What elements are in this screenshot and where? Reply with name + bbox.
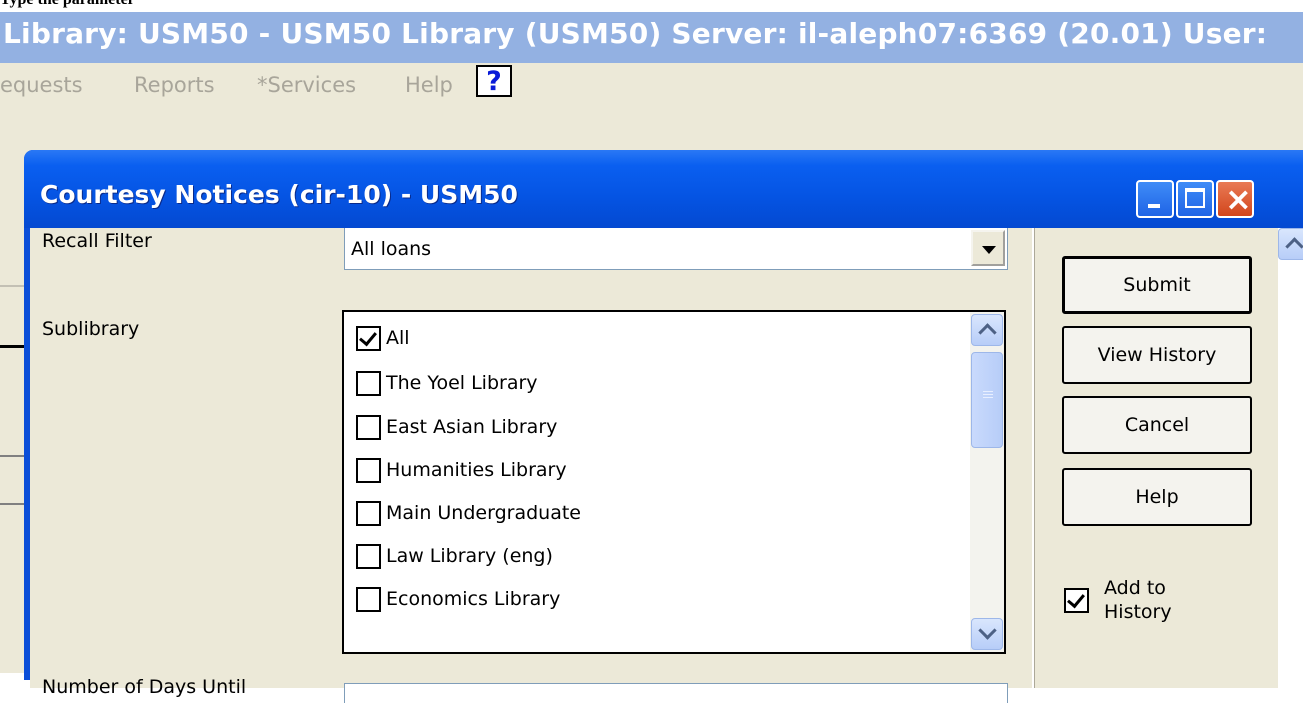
add-to-history-label: Add to History <box>1104 576 1172 624</box>
list-item-label: East Asian Library <box>386 416 558 438</box>
action-panel: Submit View History Cancel Help Add to H… <box>1032 228 1262 688</box>
checkbox-all[interactable] <box>356 325 381 351</box>
checkbox[interactable] <box>356 414 381 440</box>
maximize-button[interactable] <box>1176 180 1214 218</box>
menu-reports[interactable]: Reports <box>134 73 215 97</box>
help-button[interactable]: Help <box>1062 468 1252 526</box>
dialog-title: Courtesy Notices (cir-10) - USM50 <box>40 180 518 209</box>
list-item-label: Main Undergraduate <box>386 502 581 524</box>
caption-text: Type the parameter <box>0 0 135 9</box>
help-question-glyph: ? <box>486 65 502 97</box>
checkbox[interactable] <box>356 500 381 526</box>
list-item[interactable]: East Asian Library <box>356 412 557 442</box>
dialog-body: Recall Filter All loans Sublibrary All T… <box>30 228 1303 703</box>
list-scrollbar[interactable] <box>970 312 1004 652</box>
dialog-scrollbar[interactable] <box>1278 228 1303 688</box>
close-button[interactable]: × <box>1216 180 1254 218</box>
close-icon: × <box>1225 180 1252 218</box>
add-to-history-checkbox[interactable] <box>1064 588 1089 613</box>
menu-help[interactable]: Help <box>405 73 453 97</box>
dropdown-arrow-icon[interactable] <box>971 230 1005 266</box>
menu-bar: equests Reports *Services Help ? <box>0 63 1303 105</box>
list-item-label: Law Library (eng) <box>386 545 553 567</box>
add-to-history-label-line2: History <box>1104 601 1172 623</box>
days-until-input[interactable] <box>344 683 1008 703</box>
list-item-label: The Yoel Library <box>386 372 538 394</box>
submit-button[interactable]: Submit <box>1062 256 1252 314</box>
list-item[interactable]: Main Undergraduate <box>356 498 581 528</box>
sublibrary-label: Sublibrary <box>42 318 140 340</box>
checkbox[interactable] <box>356 586 381 612</box>
minimize-button[interactable] <box>1136 180 1174 218</box>
list-item[interactable]: Humanities Library <box>356 455 567 485</box>
list-item-label: Economics Library <box>386 588 561 610</box>
document-caption: Type the parameter <box>0 0 1303 12</box>
menu-services[interactable]: *Services <box>257 73 356 97</box>
scroll-down-icon[interactable] <box>971 618 1003 650</box>
cancel-button[interactable]: Cancel <box>1062 396 1252 454</box>
app-title: Library: USM50 - USM50 Library (USM50) S… <box>3 17 1268 50</box>
checkbox[interactable] <box>356 543 381 569</box>
list-item[interactable]: The Yoel Library <box>356 368 538 398</box>
courtesy-notices-dialog: Courtesy Notices (cir-10) - USM50 × Reca… <box>24 150 1303 703</box>
recall-filter-select[interactable]: All loans <box>344 228 1008 270</box>
list-item[interactable]: All <box>356 323 410 353</box>
help-question-icon[interactable]: ? <box>476 65 512 97</box>
view-history-button[interactable]: View History <box>1062 326 1252 384</box>
app-title-bar: Library: USM50 - USM50 Library (USM50) S… <box>0 12 1303 63</box>
list-item[interactable]: Economics Library <box>356 584 560 614</box>
background-field-fragment <box>0 455 26 505</box>
checkbox[interactable] <box>356 370 381 396</box>
add-to-history-label-line1: Add to <box>1104 577 1166 599</box>
menu-requests[interactable]: equests <box>0 73 83 97</box>
days-until-label: Number of Days Until <box>42 676 247 698</box>
list-item-label: Humanities Library <box>386 459 567 481</box>
recall-filter-label: Recall Filter <box>42 230 152 252</box>
dialog-title-bar[interactable]: Courtesy Notices (cir-10) - USM50 × <box>24 150 1303 228</box>
list-item-label: All <box>386 327 410 349</box>
checkbox[interactable] <box>356 457 381 483</box>
recall-filter-value: All loans <box>351 238 432 260</box>
scroll-thumb[interactable] <box>971 352 1003 448</box>
scroll-up-icon[interactable] <box>971 314 1003 346</box>
sublibrary-list[interactable]: All The Yoel Library East Asian Library … <box>342 310 1006 654</box>
list-item[interactable]: Law Library (eng) <box>356 541 553 571</box>
scroll-up-icon[interactable] <box>1278 228 1303 260</box>
